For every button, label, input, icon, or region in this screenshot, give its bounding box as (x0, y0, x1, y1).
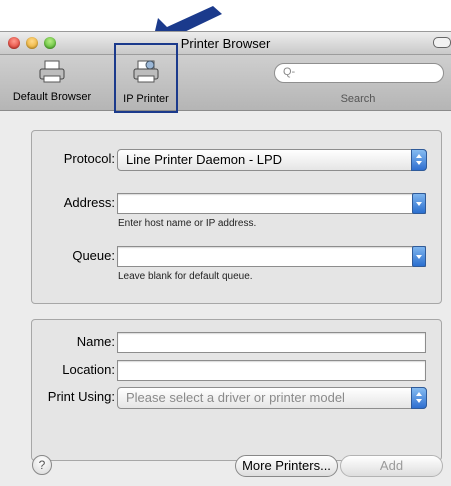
window-title: Printer Browser (180, 36, 271, 51)
address-combo[interactable] (117, 193, 426, 214)
queue-label: Queue: (72, 248, 115, 263)
search-label: Search (340, 93, 376, 105)
combo-arrow-icon[interactable] (412, 246, 426, 267)
add-button[interactable]: Add (340, 455, 443, 477)
ip-printer-label: IP Printer (123, 93, 169, 105)
printer-browser-window: Printer Browser Default Browser IP Print… (0, 31, 451, 486)
name-field[interactable] (117, 332, 426, 353)
network-printer-icon (133, 60, 159, 83)
toolbar: Default Browser IP Printer Q- Search (0, 43, 451, 113)
default-browser-label: Default Browser (12, 91, 92, 103)
print-using-value: Please select a driver or printer model (126, 390, 345, 405)
protocol-value: Line Printer Daemon - LPD (126, 152, 283, 167)
popup-arrows-icon (411, 387, 427, 409)
location-label: Location: (62, 362, 115, 377)
protocol-popup[interactable]: Line Printer Daemon - LPD (117, 149, 427, 171)
protocol-label: Protocol: (63, 151, 115, 166)
printer-info-group: Name: Location: Print Using: Please sele… (31, 319, 442, 461)
more-printers-button[interactable]: More Printers... (235, 455, 338, 477)
queue-combo[interactable] (117, 246, 426, 267)
toolbar-toggle-button[interactable] (433, 37, 451, 48)
print-using-label: Print Using: (47, 389, 115, 404)
default-browser-tool[interactable]: Default Browser (4, 55, 100, 110)
name-label: Name: (76, 334, 115, 349)
search-field[interactable]: Q- (274, 63, 444, 83)
search-icon: Q- (283, 66, 296, 78)
queue-hint: Leave blank for default queue. (118, 271, 253, 282)
popup-arrows-icon (411, 149, 427, 171)
print-using-popup[interactable]: Please select a driver or printer model (117, 387, 427, 409)
connection-group: Protocol: Line Printer Daemon - LPD Addr… (31, 130, 442, 304)
printer-icon (39, 60, 65, 83)
title-bar: Printer Browser (0, 32, 451, 55)
location-field[interactable] (117, 360, 426, 381)
combo-arrow-icon[interactable] (412, 193, 426, 214)
address-label: Address: (63, 195, 115, 210)
address-hint: Enter host name or IP address. (118, 218, 257, 229)
help-button[interactable]: ? (32, 455, 52, 475)
ip-printer-tool[interactable]: IP Printer (114, 43, 178, 113)
